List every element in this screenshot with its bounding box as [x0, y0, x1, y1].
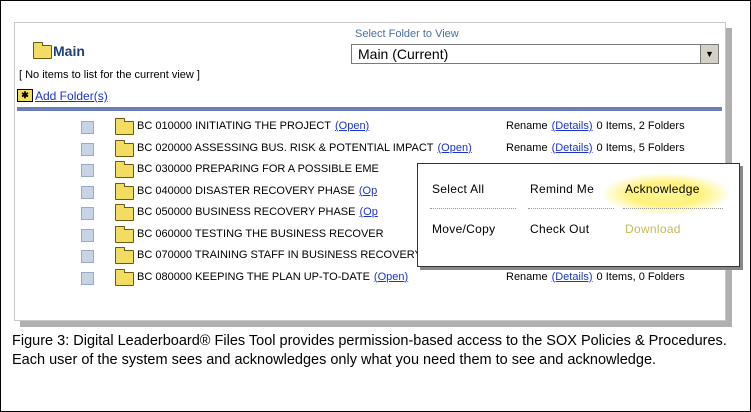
- add-folder-link[interactable]: Add Folder(s): [35, 89, 108, 103]
- row-checkbox[interactable]: [81, 164, 94, 177]
- row-meta: Rename (Details)0 Items, 2 Folders: [506, 120, 685, 132]
- open-link[interactable]: (Open): [374, 271, 408, 283]
- row-meta: Rename (Details) 0 Items, 0 Folders: [506, 271, 685, 283]
- row-checkbox[interactable]: [81, 142, 94, 156]
- item-count: 0 Items, 0 Folders: [596, 270, 685, 283]
- folder-name-text: BC 060000 TESTING THE BUSINESS RECOVER: [137, 227, 384, 240]
- menu-separator: [623, 208, 723, 209]
- folder-icon: [115, 161, 134, 178]
- folder-name-text: BC 050000 BUSINESS RECOVERY PHASE: [137, 206, 356, 218]
- details-link[interactable]: (Details): [552, 271, 593, 283]
- open-link[interactable]: (Op: [359, 206, 377, 218]
- row-checkbox[interactable]: [81, 250, 94, 263]
- figure-caption: Figure 3: Digital Leaderboard® Files Too…: [12, 333, 727, 368]
- add-folder-icon[interactable]: ✱: [17, 89, 33, 102]
- rename-link[interactable]: Rename: [506, 271, 548, 283]
- row-checkbox[interactable]: [81, 121, 94, 134]
- acknowledge-button[interactable]: Acknowledge: [625, 182, 700, 196]
- move-copy-button[interactable]: Move/Copy: [432, 222, 495, 236]
- page-title: Main: [53, 43, 85, 59]
- chevron-down-icon[interactable]: ▼: [700, 45, 718, 63]
- row-checkbox[interactable]: [81, 185, 94, 199]
- folder-select[interactable]: Main (Current) ▼: [351, 44, 719, 64]
- details-link[interactable]: (Details): [552, 120, 593, 132]
- folder-name-text: BC 030000 PREPARING FOR A POSSIBLE EME: [137, 163, 379, 175]
- folder-name: BC 060000 TESTING THE BUSINESS RECOVER: [137, 228, 388, 240]
- download-button[interactable]: Download: [625, 222, 681, 236]
- folder-name: BC 080000 KEEPING THE PLAN UP-TO-DATE (Op…: [137, 271, 408, 283]
- open-link[interactable]: (Open): [438, 142, 472, 154]
- folder-icon: [115, 268, 134, 286]
- folder-name-text: BC 040000 DISASTER RECOVERY PHASE: [137, 184, 355, 197]
- item-count: 0 Items, 5 Folders: [596, 141, 685, 154]
- folder-name-text: BC 080000 KEEPING THE PLAN UP-TO-DATE: [137, 270, 370, 283]
- folder-icon: [115, 182, 134, 200]
- folder-icon: [115, 247, 134, 264]
- empty-message: [ No items to list for the current view …: [19, 69, 200, 81]
- menu-separator: [528, 208, 614, 209]
- table-row: BC 010000 INITIATING THE PROJECT (Open) Re…: [15, 117, 723, 138]
- details-link[interactable]: (Details): [552, 142, 593, 154]
- check-out-button[interactable]: Check Out: [530, 222, 589, 236]
- select-all-button[interactable]: Select All: [432, 182, 484, 196]
- folder-icon: [115, 118, 134, 135]
- open-link[interactable]: (Op: [359, 185, 377, 197]
- folder-name-text: BC 020000 ASSESSING BUS. RISK & POTENTIA…: [137, 141, 434, 154]
- folder-name-text: BC 010000 INITIATING THE PROJECT: [137, 120, 331, 132]
- folder-icon: [115, 139, 134, 157]
- row-checkbox[interactable]: [81, 207, 94, 220]
- menu-separator: [430, 208, 516, 209]
- rename-link[interactable]: Rename: [506, 142, 548, 154]
- open-link[interactable]: (Open): [335, 120, 369, 132]
- folder-icon: [33, 42, 52, 59]
- rename-link[interactable]: Rename: [506, 120, 548, 132]
- remind-me-button[interactable]: Remind Me: [530, 182, 594, 196]
- folder-icon: [115, 225, 134, 243]
- folder-name: BC 070000 TRAINING STAFF IN BUSINESS REC…: [137, 249, 460, 261]
- folder-name: BC 030000 PREPARING FOR A POSSIBLE EME: [137, 163, 383, 175]
- table-row: BC 080000 KEEPING THE PLAN UP-TO-DATE (Op…: [15, 268, 723, 289]
- row-checkbox[interactable]: [81, 228, 94, 242]
- item-count: 0 Items, 2 Folders: [596, 120, 685, 132]
- files-tool-screenshot: Main Select Folder to View Main (Current…: [14, 22, 740, 321]
- folder-select-value: Main (Current): [358, 46, 449, 62]
- folder-name: BC 050000 BUSINESS RECOVERY PHASE (Op: [137, 206, 378, 218]
- folder-name: BC 040000 DISASTER RECOVERY PHASE (Op: [137, 185, 377, 197]
- table-row: BC 020000 ASSESSING BUS. RISK & POTENTIA…: [15, 139, 723, 160]
- folder-name-text: BC 070000 TRAINING STAFF IN BUSINESS REC…: [137, 249, 422, 261]
- divider: [17, 107, 722, 111]
- row-checkbox[interactable]: [81, 271, 94, 285]
- select-folder-label: Select Folder to View: [355, 28, 459, 40]
- row-meta: Rename (Details) 0 Items, 5 Folders: [506, 142, 685, 154]
- folder-name: BC 020000 ASSESSING BUS. RISK & POTENTIA…: [137, 142, 472, 154]
- folder-name: BC 010000 INITIATING THE PROJECT (Open): [137, 120, 369, 132]
- folder-icon: [115, 204, 134, 221]
- action-menu: Select All Remind Me Acknowledge Move/Co…: [417, 163, 740, 267]
